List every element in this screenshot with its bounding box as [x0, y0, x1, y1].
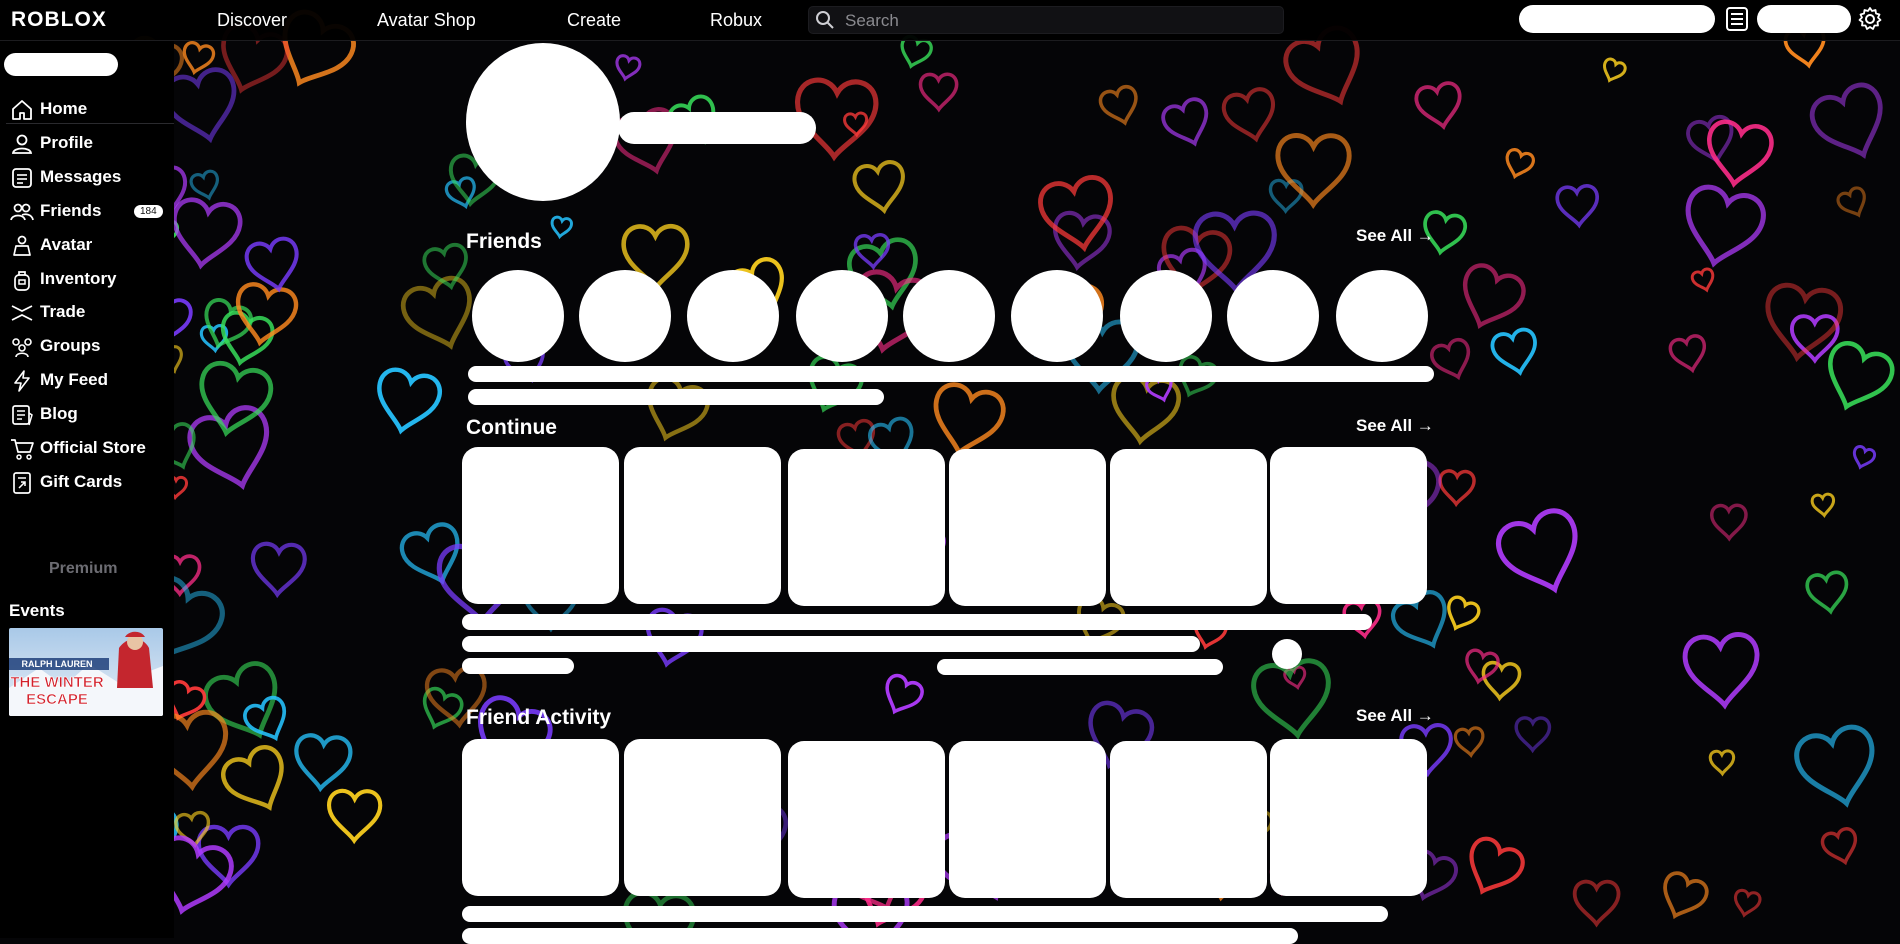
sidebar-item-avatar[interactable]: Avatar [10, 231, 170, 261]
username-pill [4, 53, 118, 76]
friend-names-row [468, 389, 884, 405]
search-input[interactable] [843, 9, 1267, 32]
friends-icon [10, 203, 34, 221]
nav-avatar-shop[interactable]: Avatar Shop [377, 10, 476, 31]
friend-avatar[interactable] [1336, 270, 1428, 362]
sidebar-item-label: My Feed [40, 370, 109, 389]
continue-see-all-link[interactable]: See All → [1356, 416, 1434, 436]
search-bar[interactable] [808, 6, 1284, 34]
sidebar-item-blog[interactable]: Blog [10, 400, 170, 430]
friend-activity-see-all-link[interactable]: See All → [1356, 706, 1434, 726]
sidebar-item-groups[interactable]: Groups [10, 332, 170, 362]
event-title-line2: ESCAPE [26, 691, 88, 708]
game-stats [462, 658, 574, 674]
friend-avatar[interactable] [1120, 270, 1212, 362]
profile-name [618, 112, 816, 144]
game-card[interactable] [788, 449, 945, 606]
nav-create[interactable]: Create [567, 10, 621, 31]
friend-avatar[interactable] [1011, 270, 1103, 362]
account-info-pill[interactable] [1519, 5, 1715, 33]
friend-names-row [468, 366, 1434, 382]
game-titles-row [462, 614, 1372, 630]
sidebar-item-label: Gift Cards [40, 472, 123, 491]
game-card[interactable] [949, 449, 1106, 606]
top-navigation: ROBLOX Discover Avatar Shop Create Robux [0, 0, 1900, 41]
continue-title: Continue [466, 416, 557, 439]
game-stats [937, 659, 1223, 675]
activity-card[interactable] [788, 741, 945, 898]
events-title: Events [9, 601, 65, 620]
friends-see-all-link[interactable]: See All → [1356, 226, 1434, 246]
avatar-icon [13, 235, 31, 256]
search-icon [815, 10, 835, 35]
friend-avatar[interactable] [903, 270, 995, 362]
sidebar-item-label: Trade [40, 302, 86, 321]
trade-icon [11, 305, 33, 321]
left-sidebar: Home Profile Messages Friends 184 Avatar… [0, 40, 174, 938]
robux-list-icon[interactable] [1725, 6, 1749, 37]
activity-titles-row [462, 928, 1298, 944]
sidebar-item-label: Friends [40, 201, 102, 220]
sidebar-item-label: Official Store [40, 438, 146, 457]
nav-discover[interactable]: Discover [217, 10, 287, 31]
gift-card-icon [13, 472, 31, 494]
groups-icon [12, 338, 32, 358]
activity-titles-row [462, 906, 1388, 922]
sidebar-item-label: Profile [40, 133, 93, 152]
event-brand-text: RALPH LAUREN [22, 659, 93, 669]
game-card[interactable] [1110, 449, 1267, 606]
friend-avatar[interactable] [1227, 270, 1319, 362]
event-banner-winter-escape[interactable]: RALPH LAUREN THE WINTER ESCAPE [9, 628, 163, 716]
sidebar-item-label: Blog [40, 404, 78, 423]
game-card[interactable] [462, 447, 619, 604]
sidebar-item-profile[interactable]: Profile [10, 129, 170, 159]
friend-avatar[interactable] [579, 270, 671, 362]
blog-icon [12, 405, 33, 426]
sidebar-item-trade[interactable]: Trade [10, 298, 170, 328]
friend-avatar[interactable] [796, 270, 888, 362]
sidebar-item-messages[interactable]: Messages [10, 163, 170, 193]
game-titles-row [462, 636, 1200, 652]
settings-gear-icon[interactable] [1857, 6, 1883, 37]
game-card[interactable] [1270, 447, 1427, 604]
sidebar-item-gift-cards[interactable]: Gift Cards [10, 468, 170, 498]
sidebar-item-my-feed[interactable]: My Feed [10, 366, 170, 396]
sidebar-item-home[interactable]: Home [10, 95, 170, 125]
activity-card[interactable] [1270, 739, 1427, 896]
friend-avatar[interactable] [687, 270, 779, 362]
activity-card[interactable] [1110, 741, 1267, 898]
friend-avatar[interactable] [472, 270, 564, 362]
sidebar-item-label: Inventory [40, 269, 117, 288]
game-card[interactable] [624, 447, 781, 604]
premium-link[interactable]: Premium [49, 560, 117, 578]
messages-icon [12, 168, 32, 188]
nav-robux[interactable]: Robux [710, 10, 762, 31]
friends-count-badge: 184 [134, 205, 163, 218]
game-stat-dot [1272, 639, 1302, 669]
feed-icon [14, 370, 30, 392]
sidebar-item-inventory[interactable]: Inventory [10, 265, 170, 295]
inventory-icon [14, 271, 30, 291]
home-icon [12, 100, 32, 120]
sidebar-item-label: Home [40, 99, 88, 118]
friend-activity-title: Friend Activity [466, 706, 612, 729]
robux-balance-pill[interactable] [1757, 5, 1851, 33]
friends-title: Friends [466, 230, 542, 253]
event-title-line1: THE WINTER [10, 674, 103, 691]
activity-card[interactable] [949, 741, 1106, 898]
roblox-logo[interactable]: ROBLOX [11, 8, 107, 32]
sidebar-item-label: Avatar [40, 235, 93, 254]
profile-icon [11, 134, 33, 154]
main-content: Friends See All → Continue See All → Fri… [0, 0, 1900, 944]
profile-avatar[interactable] [466, 43, 620, 201]
sidebar-item-label: Messages [40, 167, 122, 186]
sidebar-item-friends[interactable]: Friends 184 [10, 197, 170, 227]
store-icon [11, 439, 34, 460]
activity-card[interactable] [462, 739, 619, 896]
sidebar-item-label: Groups [40, 336, 101, 355]
sidebar-item-official-store[interactable]: Official Store [10, 434, 170, 464]
activity-card[interactable] [624, 739, 781, 896]
